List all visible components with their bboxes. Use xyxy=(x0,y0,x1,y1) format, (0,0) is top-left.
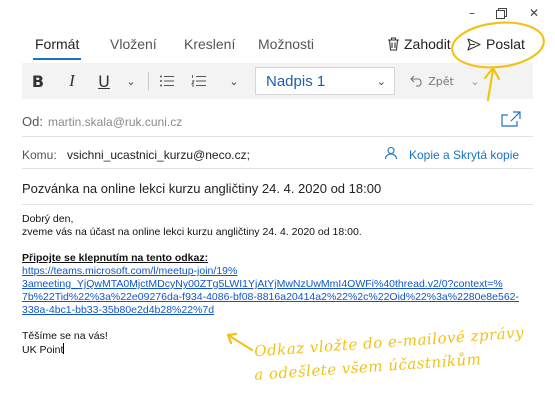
greeting: Dobrý den, xyxy=(22,213,74,225)
restore-button[interactable] xyxy=(487,3,515,23)
from-row: Od: martin.skala@ruk.cuni.cz xyxy=(22,109,533,137)
popout-icon[interactable] xyxy=(501,111,521,132)
undo-dropdown[interactable]: ⌄ xyxy=(466,63,484,99)
tab-insert[interactable]: Vložení xyxy=(110,36,157,52)
subject-row: Pozvánka na online lekci kurzu angličtin… xyxy=(22,177,533,205)
undo-button[interactable]: Zpět xyxy=(402,63,462,99)
tab-draw[interactable]: Kreslení xyxy=(184,36,235,52)
active-tab-indicator xyxy=(33,58,81,60)
format-toolbar: B I U ⌄ ⌄ Nadpis 1 ⌄ Zpět ⌄ xyxy=(22,63,533,99)
meeting-link-line-1[interactable]: https://teams.microsoft.com/l/meetup-joi… xyxy=(22,265,537,278)
list-dropdown[interactable]: ⌄ xyxy=(225,63,243,99)
text-cursor xyxy=(63,343,65,354)
chevron-down-icon: ⌄ xyxy=(376,75,386,88)
invite-text: zveme vás na účast na online lekci kurzu… xyxy=(22,226,362,238)
numbered-list-button[interactable] xyxy=(188,63,210,99)
underline-button[interactable]: U xyxy=(94,63,114,99)
from-field[interactable]: martin.skala@ruk.cuni.cz xyxy=(48,115,182,129)
style-select[interactable]: Nadpis 1 ⌄ xyxy=(255,67,395,95)
to-row: Komu: vsichni_ucastnici_kurzu@neco.cz; K… xyxy=(22,143,533,169)
tab-format[interactable]: Formát xyxy=(35,36,79,52)
to-label: Komu: xyxy=(22,148,57,162)
send-button[interactable]: Poslat xyxy=(467,36,525,52)
join-heading: Připojte se klepnutím na tento odkaz: xyxy=(22,252,209,264)
numbered-list-icon xyxy=(191,75,206,87)
to-field[interactable]: vsichni_ucastnici_kurzu@neco.cz; xyxy=(67,148,250,162)
bold-button[interactable]: B xyxy=(28,63,48,99)
subject-field[interactable]: Pozvánka na online lekci kurzu angličtin… xyxy=(22,181,381,196)
signature-text: UK Point xyxy=(22,344,64,356)
cc-bcc-link[interactable]: Kopie a Skrytá kopie xyxy=(409,148,519,162)
send-label: Poslat xyxy=(486,36,525,52)
toolbar-divider xyxy=(148,72,149,90)
tab-options[interactable]: Možnosti xyxy=(258,36,314,52)
italic-button[interactable]: I xyxy=(62,63,82,99)
send-icon xyxy=(467,37,481,51)
bullet-list-icon xyxy=(160,75,174,87)
discard-label: Zahodit xyxy=(404,36,451,52)
meeting-link-line-3[interactable]: 7b%22Tid%22%3a%22e09276da-f934-4086-bf08… xyxy=(22,291,537,304)
meeting-link-line-4[interactable]: 338a-4bc1-bb33-35b80e2d4b28%22%7d xyxy=(22,304,537,317)
trash-icon xyxy=(388,37,399,51)
close-button[interactable]: ✕ xyxy=(520,3,548,23)
style-select-value: Nadpis 1 xyxy=(266,72,326,90)
text-format-dropdown[interactable]: ⌄ xyxy=(122,63,140,99)
restore-icon xyxy=(495,7,507,19)
undo-label: Zpět xyxy=(428,74,454,88)
bullet-list-button[interactable] xyxy=(156,63,178,99)
meeting-link-line-2[interactable]: 3ameeting_YjQwMTA0MjctMDcyNy00ZTg5LWI1Yj… xyxy=(22,278,537,291)
minimize-button[interactable]: – xyxy=(458,3,486,23)
person-icon[interactable] xyxy=(384,146,398,165)
discard-button[interactable]: Zahodit xyxy=(387,36,451,52)
undo-icon xyxy=(410,75,422,87)
from-label: Od: xyxy=(22,114,43,129)
